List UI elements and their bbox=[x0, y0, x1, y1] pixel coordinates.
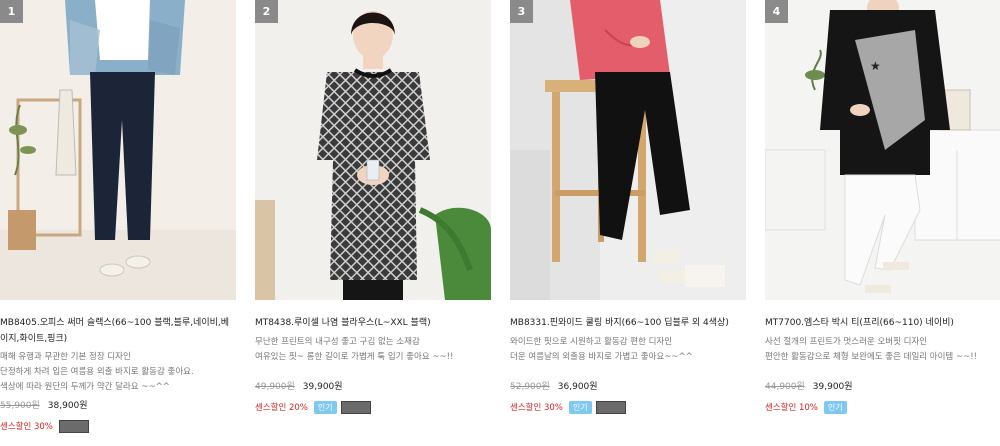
description-line: 색상에 따라 원단의 두께가 약간 달라요 ~~^^ bbox=[0, 382, 170, 392]
product-description: 무난한 프린트의 내구성 좋고 구김 없는 소재감 여유있는 핏~ 롱한 길이로… bbox=[255, 335, 491, 365]
original-price: 49,900원 bbox=[255, 382, 295, 392]
sale-price: 39,900원 bbox=[812, 382, 853, 392]
product-image-link[interactable]: 3 bbox=[510, 0, 746, 300]
product-image-link[interactable]: 2 bbox=[255, 0, 491, 300]
sale-price: 36,900원 bbox=[557, 382, 598, 392]
description-line: 사선 절개의 프린트가 멋스러운 오버핏 디자인 bbox=[765, 337, 928, 347]
svg-text:★: ★ bbox=[870, 59, 881, 73]
rank-badge: 1 bbox=[0, 0, 23, 23]
product-title[interactable]: MT8438.루이셀 나염 블라우스(L~XXL 블랙) bbox=[255, 315, 491, 331]
rank-badge: 2 bbox=[255, 0, 278, 23]
badge-row: 센스할인 30% bbox=[0, 419, 236, 433]
discount-badge: 센스할인 10% bbox=[765, 403, 818, 413]
badge-row: 센스할인 10% 인기 bbox=[765, 400, 1000, 414]
product-description: 매해 유행과 무관한 기본 정장 디자인 단정하게 차려 입은 여름용 외출 바… bbox=[0, 350, 236, 395]
discount-badge: 센스할인 30% bbox=[0, 422, 53, 432]
description-line: 여유있는 핏~ 롱한 길이로 가볍게 툭 입기 좋아요 ~~!! bbox=[255, 352, 454, 362]
price-row: 55,900원 38,900원 bbox=[0, 399, 236, 413]
price-row: 49,900원 39,900원 bbox=[255, 380, 491, 394]
description-line: 무난한 프린트의 내구성 좋고 구김 없는 소재감 bbox=[255, 337, 420, 347]
original-price: 44,900원 bbox=[765, 382, 805, 392]
product-image-link[interactable]: 4 ★ bbox=[765, 0, 1000, 300]
popular-badge: 인기 bbox=[568, 400, 592, 414]
product-title[interactable]: MT7700.엠스타 박시 티(프리(66~110) 네이비) bbox=[765, 315, 1000, 331]
description-line: 편안한 활동감으로 체형 보완에도 좋은 데일리 아이템 ~~!! bbox=[765, 352, 978, 362]
extra-badge bbox=[595, 400, 626, 414]
product-card: 4 ★ MT7700.엠스타 박시 티(프리(66~110) 네이비) 사선 절… bbox=[765, 0, 1000, 414]
product-description: 사선 절개의 프린트가 멋스러운 오버핏 디자인 편안한 활동감으로 체형 보완… bbox=[765, 335, 1000, 365]
original-price: 55,900원 bbox=[0, 401, 40, 411]
discount-badge: 센스할인 20% bbox=[255, 403, 308, 413]
badge-row: 센스할인 30% 인기 bbox=[510, 400, 746, 414]
product-title[interactable]: MB8331.핀와이드 쿨링 바지(66~100 딥블루 외 4색상) bbox=[510, 315, 746, 331]
original-price: 52,900원 bbox=[510, 382, 550, 392]
product-photo: ★ bbox=[765, 0, 1000, 300]
rank-badge: 3 bbox=[510, 0, 533, 23]
price-row: 52,900원 36,900원 bbox=[510, 380, 746, 394]
product-photo bbox=[510, 0, 746, 300]
description-line: 와이드한 핏으로 시원하고 활동감 편한 디자인 bbox=[510, 337, 673, 347]
product-description: 와이드한 핏으로 시원하고 활동감 편한 디자인 더운 여름날의 외출용 바지로… bbox=[510, 335, 746, 365]
price-row: 44,900원 39,900원 bbox=[765, 380, 1000, 394]
rank-badge: 4 bbox=[765, 0, 788, 23]
discount-badge: 센스할인 30% bbox=[510, 403, 563, 413]
product-card: 1 MB8405.오피스 써머 슬랙스(66~100 블랙,블루,네이비,베이지… bbox=[0, 0, 236, 433]
extra-badge bbox=[340, 400, 371, 414]
sale-price: 38,900원 bbox=[47, 401, 88, 411]
description-line: 매해 유행과 무관한 기본 정장 디자인 bbox=[0, 352, 131, 362]
product-card: 3 MB8331.핀와이드 쿨링 바지(66~100 딥블루 외 4색상) 와이… bbox=[510, 0, 746, 414]
description-line: 단정하게 차려 입은 여름용 외출 바지로 활동감 좋아요. bbox=[0, 367, 194, 377]
product-photo bbox=[0, 0, 236, 300]
popular-badge: 인기 bbox=[313, 400, 337, 414]
sale-price: 39,900원 bbox=[302, 382, 343, 392]
popular-badge: 인기 bbox=[823, 400, 847, 414]
badge-row: 센스할인 20% 인기 bbox=[255, 400, 491, 414]
description-line: 더운 여름날의 외출용 바지로 가볍고 좋아요~~^^ bbox=[510, 352, 693, 362]
product-card: 2 MT8438.루이셀 나염 블라우스(L~XXL 블랙) 무난한 프린트의 … bbox=[255, 0, 491, 414]
extra-badge bbox=[58, 419, 89, 433]
product-title[interactable]: MB8405.오피스 써머 슬랙스(66~100 블랙,블루,네이비,베이지,화… bbox=[0, 315, 236, 347]
product-photo bbox=[255, 0, 491, 300]
product-image-link[interactable]: 1 bbox=[0, 0, 236, 300]
